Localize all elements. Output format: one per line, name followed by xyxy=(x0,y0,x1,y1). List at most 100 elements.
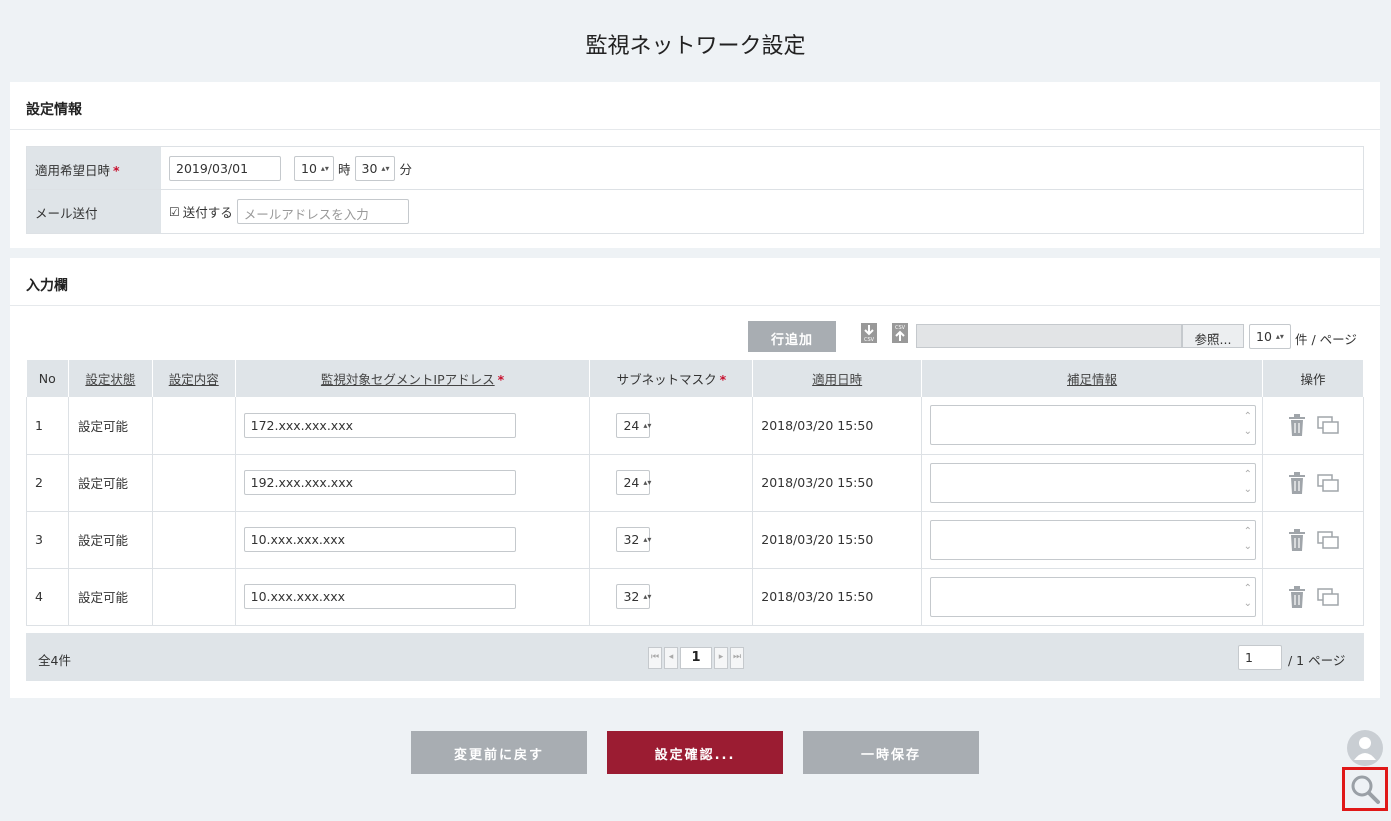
row-date: 2018/03/20 15:50 xyxy=(752,568,923,626)
required-mark: * xyxy=(497,372,505,387)
note-textarea[interactable]: ⌃ ⌄ xyxy=(930,405,1257,446)
date-input[interactable]: 2019/03/01 xyxy=(169,155,281,181)
user-icon[interactable] xyxy=(1347,730,1383,766)
settings-form: 適用希望日時 * 2019/03/01 10 ▴▾ 時 30 ▴▾ 分 メール送付 ☑… xyxy=(26,146,1364,234)
row-content xyxy=(152,511,236,569)
spinner-icon: ▴▾ xyxy=(643,478,652,487)
col-note[interactable]: 補足情報 xyxy=(921,360,1264,397)
add-row-button[interactable]: 行追加 xyxy=(748,321,836,352)
page-number-input[interactable]: 1 xyxy=(1238,645,1282,670)
row-no: 3 xyxy=(26,511,69,569)
ip-input[interactable]: 172.xxx.xxx.xxx xyxy=(243,412,516,438)
col-ip[interactable]: 監視対象セグメントIPアドレス * xyxy=(235,360,591,397)
row-content xyxy=(152,454,236,512)
row-date: 2018/03/20 15:50 xyxy=(752,397,923,455)
csv-upload-icon[interactable]: CSV xyxy=(891,323,909,343)
table-row: 3 設定可能 10.xxx.xxx.xxx 32 ▴▾ 2018/03/20 15:50 ⌃… xyxy=(26,511,1364,569)
col-date[interactable]: 適用日時 xyxy=(752,360,923,397)
prev-page-icon[interactable]: ◂ xyxy=(664,647,678,669)
svg-text:CSV: CSV xyxy=(864,337,875,343)
scroll-arrows-icon[interactable]: ⌃ ⌄ xyxy=(1244,467,1252,497)
row-status: 設定可能 xyxy=(68,511,153,569)
scroll-arrows-icon[interactable]: ⌃ ⌄ xyxy=(1244,409,1252,439)
spinner-icon: ▴▾ xyxy=(381,163,390,173)
row-content xyxy=(152,568,236,626)
note-textarea[interactable]: ⌃ ⌄ xyxy=(930,576,1257,617)
minute-unit: 分 xyxy=(399,161,413,177)
col-actions: 操作 xyxy=(1262,360,1364,397)
col-mask: サブネットマスク * xyxy=(589,360,754,397)
minute-select[interactable]: 30 ▴▾ xyxy=(354,155,395,181)
browse-button[interactable]: 参照... xyxy=(1182,324,1244,348)
spinner-icon: ▴▾ xyxy=(1275,332,1284,341)
input-panel: 入力欄 行追加 CSV CSV 参照... 10 ▴▾ 件 / ページ No 設定… xyxy=(10,258,1380,698)
first-page-icon[interactable]: ⏮ xyxy=(648,647,662,669)
input-heading: 入力欄 xyxy=(10,258,1380,306)
row-date: 2018/03/20 15:50 xyxy=(752,454,923,512)
email-field[interactable]: メールアドレスを入力 xyxy=(236,199,409,224)
mail-checkbox[interactable]: ☑ xyxy=(169,205,180,219)
pages-label: / 1 ページ xyxy=(1288,653,1346,668)
hour-unit: 時 xyxy=(338,161,351,177)
required-mark: * xyxy=(719,372,727,387)
svg-text:CSV: CSV xyxy=(895,325,906,331)
copy-icon[interactable] xyxy=(1317,587,1339,606)
mail-label: メール送付 xyxy=(27,190,161,233)
row-no: 4 xyxy=(26,568,69,626)
csv-download-icon[interactable]: CSV xyxy=(860,323,878,343)
file-path-input[interactable] xyxy=(916,324,1182,348)
ip-input[interactable]: 10.xxx.xxx.xxx xyxy=(243,584,516,609)
hour-select[interactable]: 10 ▴▾ xyxy=(294,155,334,181)
trash-icon[interactable] xyxy=(1287,471,1307,494)
required-mark: * xyxy=(113,163,120,178)
settings-heading: 設定情報 xyxy=(10,82,1380,130)
mask-select[interactable]: 32 ▴▾ xyxy=(616,527,652,552)
spinner-icon: ▴▾ xyxy=(643,535,652,544)
note-textarea[interactable]: ⌃ ⌄ xyxy=(930,462,1257,503)
mask-select[interactable]: 24 ▴▾ xyxy=(616,470,652,495)
mail-check-label: 送付する xyxy=(182,205,233,220)
save-draft-button[interactable]: 一時保存 xyxy=(803,731,979,774)
row-status: 設定可能 xyxy=(68,454,153,512)
revert-button[interactable]: 変更前に戻す xyxy=(411,731,587,774)
scroll-arrows-icon[interactable]: ⌃ ⌄ xyxy=(1244,524,1252,554)
confirm-button[interactable]: 設定確認... xyxy=(607,731,783,774)
trash-icon[interactable] xyxy=(1287,528,1307,551)
ip-input[interactable]: 192.xxx.xxx.xxx xyxy=(243,470,516,495)
note-textarea[interactable]: ⌃ ⌄ xyxy=(930,519,1257,560)
row-date: 2018/03/20 15:50 xyxy=(752,511,923,569)
copy-icon[interactable] xyxy=(1317,416,1339,434)
spinner-icon: ▴▾ xyxy=(320,163,329,173)
page-title: 監視ネットワーク設定 xyxy=(585,34,806,59)
per-page-label: 件 / ページ xyxy=(1295,332,1357,347)
row-content xyxy=(152,397,236,455)
row-no: 2 xyxy=(26,454,69,512)
row-status: 設定可能 xyxy=(68,397,153,455)
trash-icon[interactable] xyxy=(1287,585,1307,608)
table-toolbar: 行追加 CSV CSV 参照... 10 ▴▾ 件 / ページ xyxy=(10,321,1380,353)
settings-panel: 設定情報 適用希望日時 * 2019/03/01 10 ▴▾ 時 30 ▴▾ 分 メー… xyxy=(10,82,1380,248)
copy-icon[interactable] xyxy=(1317,473,1339,492)
date-label: 適用希望日時 xyxy=(35,163,111,178)
spinner-icon: ▴▾ xyxy=(643,592,652,601)
table-row: 4 設定可能 10.xxx.xxx.xxx 32 ▴▾ 2018/03/20 15:50 ⌃… xyxy=(26,568,1364,626)
current-page[interactable]: 1 xyxy=(680,647,712,669)
mask-select[interactable]: 32 ▴▾ xyxy=(616,584,652,609)
table-row: 1 設定可能 172.xxx.xxx.xxx 24 ▴▾ 2018/03/20 15:50… xyxy=(26,397,1364,455)
total-count: 全4件 xyxy=(38,653,71,668)
per-page-select[interactable]: 10 ▴▾ xyxy=(1249,324,1291,349)
network-table: No 設定状態 設定内容 監視対象セグメントIPアドレス * サブネットマスク * … xyxy=(26,360,1364,626)
ip-input[interactable]: 10.xxx.xxx.xxx xyxy=(243,527,516,552)
last-page-icon[interactable]: ⏭ xyxy=(730,647,744,669)
table-row: 2 設定可能 192.xxx.xxx.xxx 24 ▴▾ 2018/03/20 15:50… xyxy=(26,454,1364,512)
mask-select[interactable]: 24 ▴▾ xyxy=(616,412,652,438)
copy-icon[interactable] xyxy=(1317,530,1339,549)
spinner-icon: ▴▾ xyxy=(643,420,652,430)
col-status[interactable]: 設定状態 xyxy=(68,360,153,397)
scroll-arrows-icon[interactable]: ⌃ ⌄ xyxy=(1244,581,1252,611)
next-page-icon[interactable]: ▸ xyxy=(714,647,728,669)
col-content[interactable]: 設定内容 xyxy=(152,360,236,397)
trash-icon[interactable] xyxy=(1287,414,1307,437)
search-icon[interactable] xyxy=(1342,767,1388,811)
col-no: No xyxy=(26,360,69,397)
